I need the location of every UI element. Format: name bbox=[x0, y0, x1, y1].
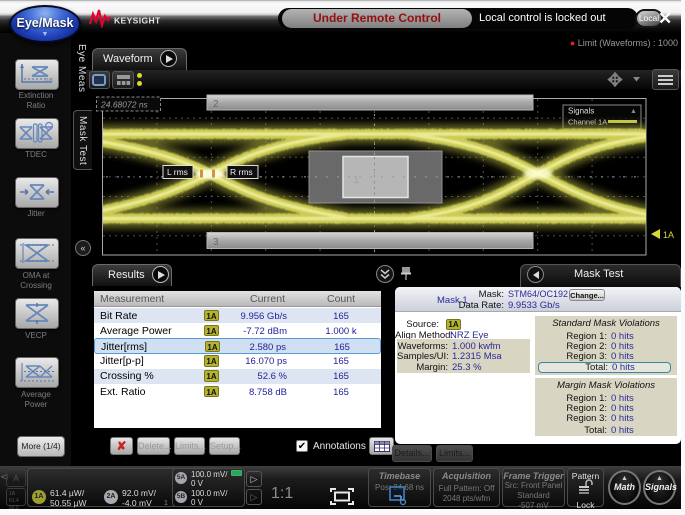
svg-text:▲: ▲ bbox=[630, 108, 637, 115]
svg-text:-1/8: -1/8 bbox=[44, 78, 53, 84]
svg-text:R rms: R rms bbox=[230, 167, 253, 177]
svg-text:Signals: Signals bbox=[568, 107, 594, 116]
svg-text:L rms: L rms bbox=[167, 167, 188, 177]
svg-text:3: 3 bbox=[213, 237, 219, 248]
svg-text:1A: 1A bbox=[663, 230, 674, 240]
svg-text:2: 2 bbox=[213, 99, 219, 110]
svg-text:KEYSIGHT: KEYSIGHT bbox=[114, 16, 161, 26]
svg-text:1: 1 bbox=[353, 174, 359, 186]
svg-text:24.68072 ns: 24.68072 ns bbox=[100, 100, 149, 110]
